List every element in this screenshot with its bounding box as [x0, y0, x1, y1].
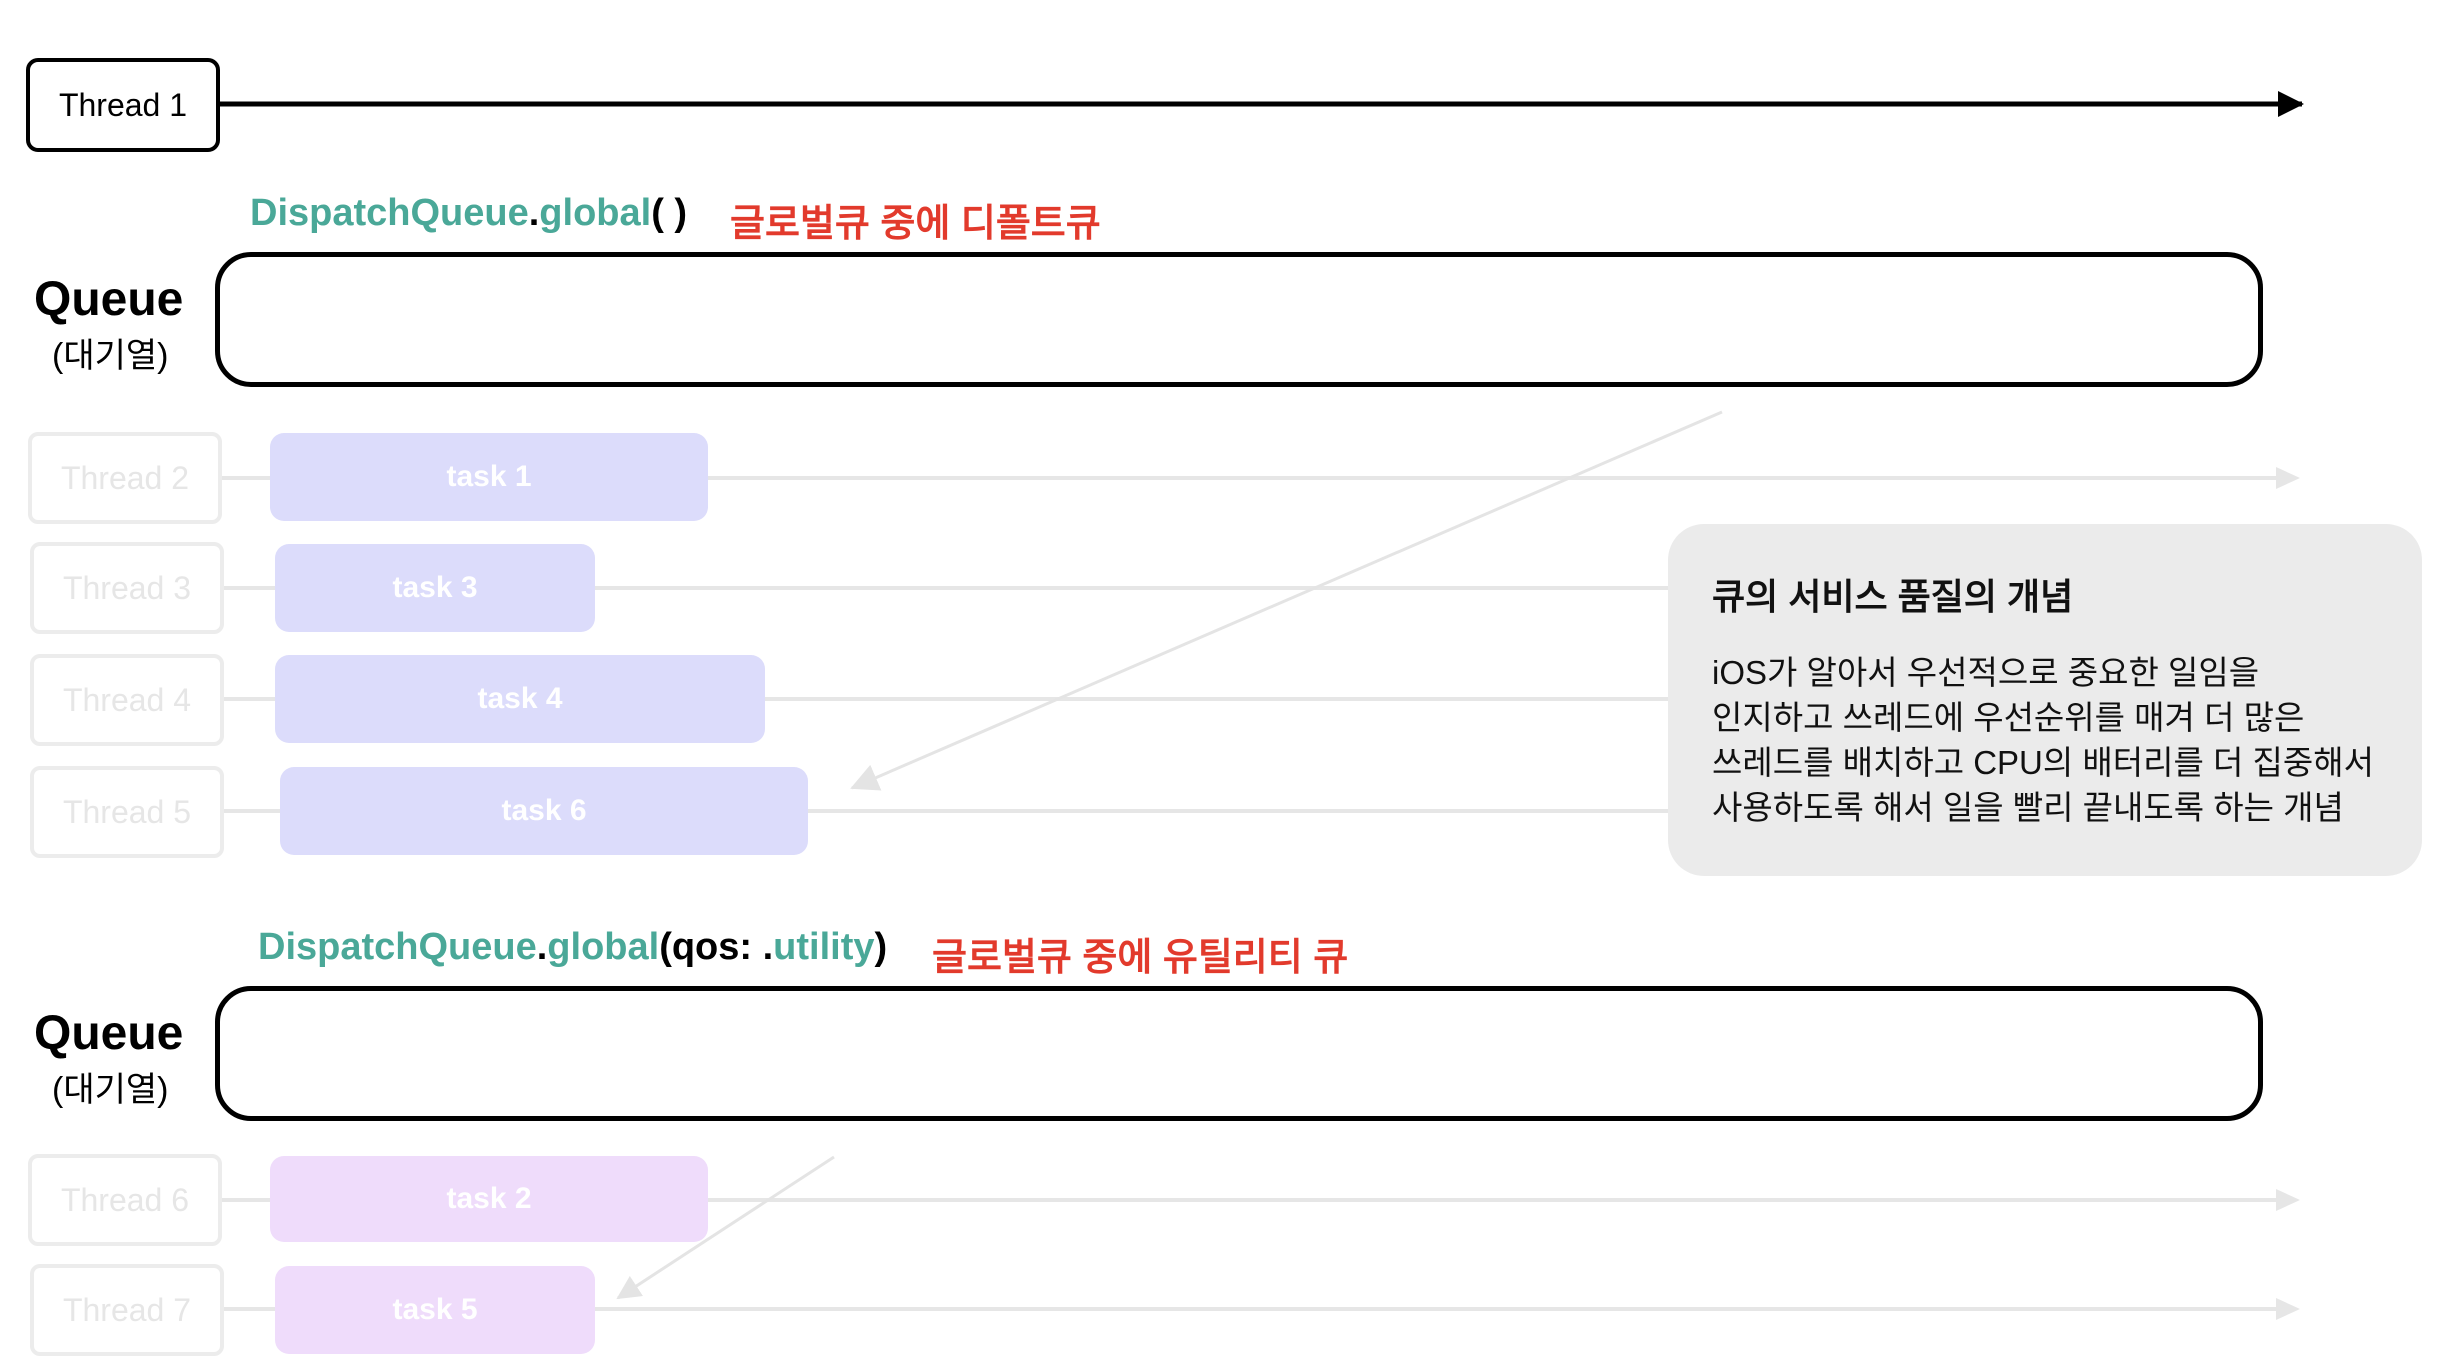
task-3: task 3 [275, 544, 595, 632]
utility-queue-subtitle: (대기열) [52, 1071, 169, 1109]
default-queue-title: Queue [34, 273, 184, 326]
thread-2-label: Thread 2 [28, 432, 222, 524]
default-queue-note: 글로벌큐 중에 디폴트큐 [730, 203, 1101, 245]
dispatch-arrow-default [850, 410, 1723, 791]
thread-7-arrowhead [2276, 1298, 2300, 1320]
thread-7-label: Thread 7 [30, 1264, 224, 1356]
task-5: task 5 [275, 1266, 595, 1354]
task-4: task 4 [275, 655, 765, 743]
thread-1-label: Thread 1 [26, 58, 220, 152]
thread-3-label: Thread 3 [30, 542, 224, 634]
utility-queue-code: DispatchQueue.global(qos: .utility) [258, 926, 888, 968]
thread-5-label: Thread 5 [30, 766, 224, 858]
thread-4-label: Thread 4 [30, 654, 224, 746]
utility-queue-note: 글로벌큐 중에 유틸리티 큐 [932, 937, 1349, 979]
default-queue-box [215, 252, 2263, 387]
task-2: task 2 [270, 1156, 708, 1242]
default-queue-code: DispatchQueue.global( ) [250, 192, 688, 234]
utility-queue-title: Queue [34, 1007, 184, 1060]
thread-2-arrowhead [2276, 467, 2300, 489]
thread-6-arrowhead [2276, 1189, 2300, 1211]
thread-6-label: Thread 6 [28, 1154, 222, 1246]
utility-queue-box [215, 986, 2263, 1121]
task-1: task 1 [270, 433, 708, 521]
default-queue-subtitle: (대기열) [52, 337, 169, 375]
qos-info-title: 큐의 서비스 품질의 개념 [1712, 576, 2074, 617]
qos-info-box: 큐의 서비스 품질의 개념 iOS가 알아서 우선적으로 중요한 일임을 인지하… [1668, 524, 2422, 876]
main-thread-arrowhead [2278, 91, 2304, 117]
task-6: task 6 [280, 767, 808, 855]
qos-info-body: iOS가 알아서 우선적으로 중요한 일임을 인지하고 쓰레드에 우선순위를 매… [1712, 654, 2374, 826]
